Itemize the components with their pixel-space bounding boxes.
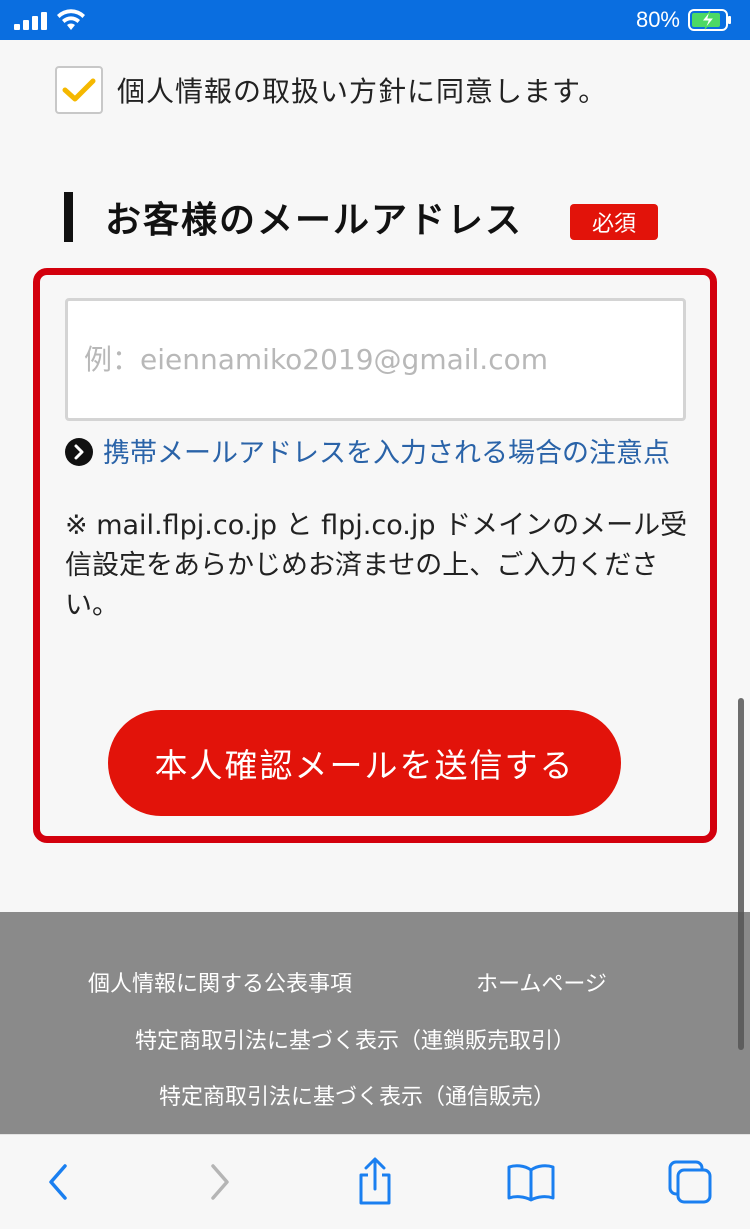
browser-toolbar <box>0 1134 750 1229</box>
share-button[interactable] <box>350 1157 400 1207</box>
send-verification-email-button[interactable]: 本人確認メールを送信する <box>108 710 621 816</box>
wifi-icon <box>57 9 85 30</box>
privacy-agreement-checkbox[interactable] <box>55 66 103 114</box>
privacy-agreement-row: 個人情報の取扱い方針に同意します。 <box>55 66 607 114</box>
forward-icon <box>211 1164 229 1200</box>
chevron-right-icon <box>65 438 93 466</box>
email-section-heading: お客様のメールアドレス <box>64 192 523 242</box>
footer: 個人情報に関する公表事項 ホームページ 特定商取引法に基づく表示（連鎖販売取引）… <box>0 912 750 1134</box>
battery-percent: 80% <box>635 7 680 32</box>
bookmarks-icon <box>507 1164 555 1202</box>
bookmarks-button[interactable] <box>506 1157 556 1207</box>
mobile-email-note-link-text[interactable]: 携帯メールアドレスを入力される場合の注意点 <box>103 438 670 469</box>
status-bar: 80% <box>0 0 750 40</box>
tabs-icon <box>668 1160 712 1204</box>
checkmark-icon <box>62 78 96 102</box>
privacy-agreement-label: 個人情報の取扱い方針に同意します。 <box>117 75 608 108</box>
footer-link-privacy-disclosure[interactable]: 個人情報に関する公表事項 <box>88 966 352 998</box>
battery-charging-icon <box>688 9 731 31</box>
tabs-button[interactable] <box>665 1157 715 1207</box>
share-icon <box>359 1157 391 1205</box>
email-section-title: お客様のメールアドレス <box>105 200 524 241</box>
footer-link-commercial-law-chain-sales[interactable]: 特定商取引法に基づく表示（連鎖販売取引） <box>135 1023 575 1055</box>
forward-button[interactable] <box>195 1157 245 1207</box>
cellular-signal-icon <box>14 12 48 30</box>
email-input[interactable] <box>65 298 686 421</box>
back-button[interactable] <box>33 1157 83 1207</box>
back-icon <box>49 1164 67 1200</box>
required-badge: 必須 <box>570 204 658 240</box>
email-domain-note: ※ mail.flpj.co.jp と flpj.co.jp ドメインのメール受… <box>65 510 688 621</box>
mobile-email-note-link[interactable]: 携帯メールアドレスを入力される場合の注意点 <box>65 434 685 474</box>
scroll-indicator[interactable] <box>738 698 744 1050</box>
footer-link-homepage[interactable]: ホームページ <box>476 966 607 998</box>
footer-link-commercial-law-mail-order[interactable]: 特定商取引法に基づく表示（通信販売） <box>159 1079 555 1111</box>
heading-accent-bar <box>64 192 73 242</box>
